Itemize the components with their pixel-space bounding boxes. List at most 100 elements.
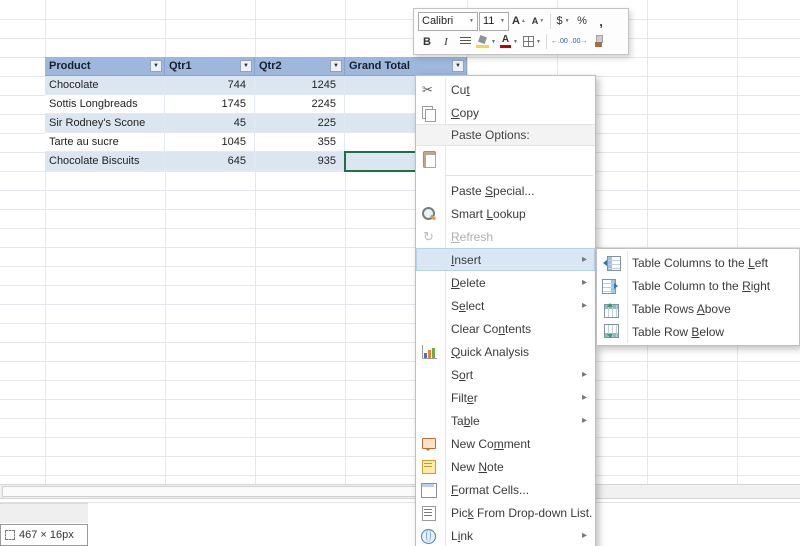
table-header-row: Product▼Qtr1▼Qtr2▼Grand Total▼ — [45, 57, 467, 76]
blank-icon — [416, 297, 443, 315]
menu-item-format-cells[interactable]: Format Cells... — [416, 478, 595, 501]
menu-item-delete[interactable]: Delete▸ — [416, 271, 595, 294]
submenu-arrow-icon: ▸ — [582, 530, 593, 541]
font-color-button[interactable]: A ▼ — [498, 32, 520, 51]
scissors-icon — [416, 81, 443, 99]
menu-item-label: Copy — [443, 106, 593, 120]
paste-option-button[interactable] — [416, 146, 595, 172]
menu-item-table[interactable]: Table▸ — [416, 409, 595, 432]
table-header-qtr2: Qtr2▼ — [255, 57, 345, 76]
filter-dropdown-button[interactable]: ▼ — [452, 60, 464, 72]
toolbar-separator — [550, 14, 551, 29]
horizontal-scrollbar[interactable] — [0, 484, 800, 499]
menu-item-label: Link — [443, 529, 582, 543]
menu-item-clear-contents[interactable]: Clear Contents — [416, 317, 595, 340]
table-cell[interactable]: Sottis Longbreads — [45, 95, 165, 114]
menu-item-sort[interactable]: Sort▸ — [416, 363, 595, 386]
selection-size-text: 467 × 16px — [19, 529, 74, 541]
menu-item-link[interactable]: Link▸ — [416, 524, 595, 546]
table-cell[interactable]: 225 — [255, 114, 345, 133]
submenu-arrow-icon: ▸ — [582, 277, 593, 288]
table-cell[interactable]: 355 — [255, 133, 345, 152]
table-cell[interactable]: Chocolate Biscuits — [45, 152, 165, 171]
menu-item-insert[interactable]: Insert▸ — [416, 248, 595, 271]
filter-dropdown-button[interactable]: ▼ — [330, 60, 342, 72]
table-cell[interactable]: Chocolate — [45, 76, 165, 95]
menu-item-filter[interactable]: Filter▸ — [416, 386, 595, 409]
chevron-down-icon: ▼ — [513, 39, 518, 45]
decrease-decimal-button[interactable]: .00→ — [570, 32, 589, 51]
table-cell[interactable]: Tarte au sucre — [45, 133, 165, 152]
menu-item-copy[interactable]: Copy — [416, 101, 595, 124]
submenu-arrow-icon: ▸ — [582, 254, 593, 265]
table-cell[interactable]: 1045 — [165, 133, 255, 152]
font-color-icon: A — [500, 35, 511, 48]
menu-item-smart-lookup[interactable]: Smart Lookup — [416, 202, 595, 225]
filter-dropdown-button[interactable]: ▼ — [150, 60, 162, 72]
menu-item-cut[interactable]: Cut — [416, 78, 595, 101]
col-left-icon — [597, 254, 624, 272]
menu-item-pick-from-drop-down-list[interactable]: Pick From Drop-down List... — [416, 501, 595, 524]
menu-item-label: Table Columns to the Left — [624, 256, 797, 270]
menu-item-label: Table — [443, 414, 582, 428]
borders-button[interactable]: ▼ — [521, 32, 543, 51]
increase-decimal-button[interactable]: ←.00 — [550, 32, 569, 51]
table-cell[interactable]: 744 — [165, 76, 255, 95]
menu-item-quick-analysis[interactable]: Quick Analysis — [416, 340, 595, 363]
submenu-item-table-columns-to-the-left[interactable]: Table Columns to the Left — [597, 251, 799, 274]
increase-font-size-button[interactable]: A ▲ — [510, 12, 528, 31]
header-label: Grand Total — [349, 57, 410, 75]
table-row: Tarte au sucre1045355 — [45, 133, 467, 152]
gridline — [0, 228, 800, 229]
gridline — [0, 38, 800, 39]
table-cell[interactable]: 935 — [255, 152, 345, 171]
table-row: Chocolate7441245 — [45, 76, 467, 95]
table-cell[interactable]: 645 — [165, 152, 255, 171]
align-center-icon — [460, 37, 471, 46]
menu-separator — [446, 175, 593, 176]
menu-item-paste-special[interactable]: Paste Special... — [416, 179, 595, 202]
submenu-item-table-column-to-the-right[interactable]: Table Column to the Right — [597, 274, 799, 297]
filter-dropdown-button[interactable]: ▼ — [240, 60, 252, 72]
selection-size-icon — [5, 530, 15, 540]
menu-item-label: Table Row Below — [624, 325, 797, 339]
menu-item-refresh[interactable]: Refresh — [416, 225, 595, 248]
table-header-qtr1: Qtr1▼ — [165, 57, 255, 76]
gridline — [0, 19, 800, 20]
submenu-item-table-row-below[interactable]: Table Row Below — [597, 320, 799, 343]
font-name-dropdown[interactable]: Calibri ▼ — [418, 12, 478, 31]
blank-icon — [416, 320, 443, 338]
menu-item-new-comment[interactable]: New Comment — [416, 432, 595, 455]
menu-item-select[interactable]: Select▸ — [416, 294, 595, 317]
comma-icon: , — [599, 14, 603, 29]
row-below-icon — [597, 323, 624, 341]
percent-style-button[interactable]: % — [573, 12, 591, 31]
menu-item-label: Quick Analysis — [443, 345, 593, 359]
font-size-dropdown[interactable]: 11 ▼ — [479, 12, 509, 31]
table-cell[interactable]: 2245 — [255, 95, 345, 114]
menu-item-new-note[interactable]: New Note — [416, 455, 595, 478]
bold-button[interactable]: B — [418, 32, 436, 51]
table-cell[interactable]: Sir Rodney's Scone — [45, 114, 165, 133]
letter-a-glyph: A — [502, 34, 509, 45]
gridline — [0, 456, 800, 457]
table-cell[interactable]: 1745 — [165, 95, 255, 114]
italic-button[interactable]: I — [437, 32, 455, 51]
italic-icon: I — [444, 36, 448, 48]
comma-style-button[interactable]: , — [592, 12, 610, 31]
fill-color-button[interactable]: ▼ — [475, 32, 497, 51]
blank-icon — [416, 126, 443, 144]
format-painter-button[interactable] — [589, 32, 607, 51]
decrease-font-size-button[interactable]: A ▼ — [529, 12, 547, 31]
menu-item-label: Smart Lookup — [443, 207, 593, 221]
submenu-item-table-rows-above[interactable]: Table Rows Above — [597, 297, 799, 320]
percent-icon: % — [577, 15, 587, 27]
magnifier-icon — [416, 205, 443, 223]
menu-item-label: Sort — [443, 368, 582, 382]
align-center-button[interactable] — [456, 32, 474, 51]
paste-icon — [416, 150, 443, 168]
accounting-format-button[interactable]: $ ▼ — [554, 12, 572, 31]
table-cell[interactable]: 1245 — [255, 76, 345, 95]
bottom-divider — [0, 502, 800, 503]
table-cell[interactable]: 45 — [165, 114, 255, 133]
